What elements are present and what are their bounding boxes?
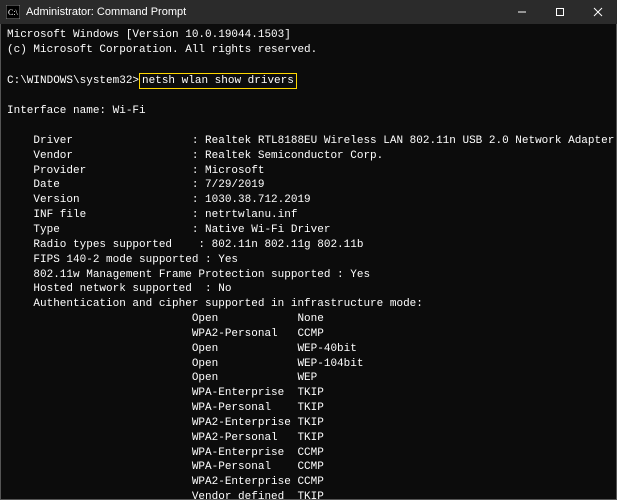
field-auth-header: Authentication and cipher supported in i… xyxy=(7,298,423,310)
titlebar-left: C:\ Administrator: Command Prompt xyxy=(6,5,186,19)
cipher-row: WPA-Personal CCMP xyxy=(7,461,324,473)
cipher-row: Open WEP-40bit xyxy=(7,343,357,355)
cipher-row: WPA2-Personal CCMP xyxy=(7,328,324,340)
window-title: Administrator: Command Prompt xyxy=(26,6,186,18)
field-fips: FIPS 140-2 mode supported : Yes xyxy=(7,254,238,266)
prompt-path: C:\WINDOWS\system32> xyxy=(7,75,139,87)
field-inf: INF file : netrtwlanu.inf xyxy=(7,209,297,221)
field-date: Date : 7/29/2019 xyxy=(7,179,264,191)
interface-line: Interface name: Wi-Fi xyxy=(7,105,146,117)
cipher-row: WPA-Enterprise TKIP xyxy=(7,387,324,399)
cipher-row: Open None xyxy=(7,313,324,325)
cipher-row: WPA2-Enterprise TKIP xyxy=(7,417,324,429)
cipher-row: WPA2-Enterprise CCMP xyxy=(7,476,324,488)
cipher-row: WPA-Enterprise CCMP xyxy=(7,447,324,459)
field-driver: Driver : Realtek RTL8188EU Wireless LAN … xyxy=(7,135,614,147)
cipher-row: Open WEP-104bit xyxy=(7,358,363,370)
highlighted-command: netsh wlan show drivers xyxy=(139,73,297,90)
cipher-row: Open WEP xyxy=(7,372,317,384)
maximize-button[interactable] xyxy=(541,0,579,24)
field-type: Type : Native Wi-Fi Driver xyxy=(7,224,330,236)
window-titlebar: C:\ Administrator: Command Prompt xyxy=(0,0,617,24)
banner-line2: (c) Microsoft Corporation. All rights re… xyxy=(7,44,317,56)
cipher-row: WPA2-Personal TKIP xyxy=(7,432,324,444)
cipher-row: WPA-Personal TKIP xyxy=(7,402,324,414)
field-hosted: Hosted network supported : No xyxy=(7,283,231,295)
banner-line1: Microsoft Windows [Version 10.0.19044.15… xyxy=(7,29,291,41)
svg-text:C:\: C:\ xyxy=(8,8,19,17)
field-vendor: Vendor : Realtek Semiconductor Corp. xyxy=(7,150,383,162)
console-output[interactable]: Microsoft Windows [Version 10.0.19044.15… xyxy=(0,24,617,500)
window-controls xyxy=(503,0,617,24)
minimize-button[interactable] xyxy=(503,0,541,24)
field-provider: Provider : Microsoft xyxy=(7,165,264,177)
close-button[interactable] xyxy=(579,0,617,24)
field-version: Version : 1030.38.712.2019 xyxy=(7,194,311,206)
cmd-icon: C:\ xyxy=(6,5,20,19)
cipher-row: Vendor defined TKIP xyxy=(7,491,324,500)
field-radio: Radio types supported : 802.11n 802.11g … xyxy=(7,239,363,251)
field-mgmt: 802.11w Management Frame Protection supp… xyxy=(7,269,370,281)
